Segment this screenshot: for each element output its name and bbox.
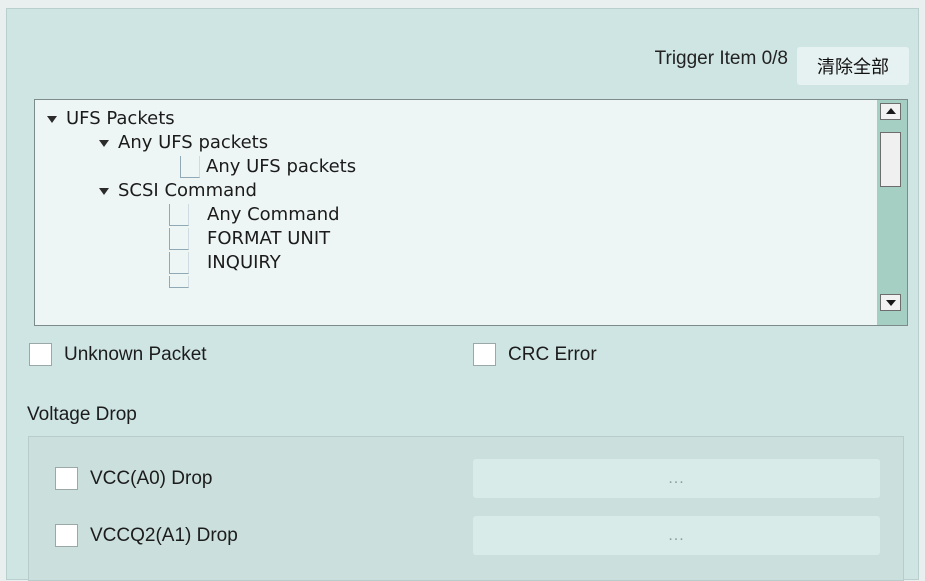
arrow-up-icon xyxy=(886,108,896,114)
tree-item-label: Any Command xyxy=(207,204,340,225)
tree-item-label: INQUIRY xyxy=(207,252,281,273)
expand-caret-icon[interactable] xyxy=(99,140,109,147)
tree-item-checkbox[interactable] xyxy=(169,204,189,226)
scroll-down-button[interactable] xyxy=(880,294,901,311)
trigger-item-counter: Trigger Item 0/8 xyxy=(654,48,788,69)
vccq2-a1-settings-button[interactable]: ... xyxy=(473,516,880,555)
unknown-packet-option[interactable]: Unknown Packet xyxy=(29,343,207,366)
vcc-a0-drop-label: VCC(A0) Drop xyxy=(90,467,213,489)
vcc-a0-drop-checkbox[interactable] xyxy=(55,467,78,490)
tree-item-checkbox[interactable] xyxy=(180,156,200,178)
vccq2-a1-drop-checkbox[interactable] xyxy=(55,524,78,547)
trigger-panel: Trigger Item 0/8 清除全部 UFS Packets Any UF… xyxy=(6,8,919,581)
tree-scrollbar[interactable] xyxy=(877,100,907,325)
tree-item-label: Any UFS packets xyxy=(206,156,357,177)
unknown-packet-label: Unknown Packet xyxy=(64,343,207,365)
crc-error-option[interactable]: CRC Error xyxy=(473,343,597,366)
vcc-a0-drop-option[interactable]: VCC(A0) Drop xyxy=(55,467,212,490)
crc-error-checkbox[interactable] xyxy=(473,343,496,366)
tree-item-label: FORMAT UNIT xyxy=(207,228,331,249)
tree-item-checkbox[interactable] xyxy=(169,252,189,274)
expand-caret-icon[interactable] xyxy=(99,188,109,195)
unknown-packet-checkbox[interactable] xyxy=(29,343,52,366)
tree-node-label: UFS Packets xyxy=(66,108,175,129)
vccq2-a1-drop-option[interactable]: VCCQ2(A1) Drop xyxy=(55,524,238,547)
packet-tree: UFS Packets Any UFS packets Any UFS pack… xyxy=(34,99,908,326)
scroll-up-button[interactable] xyxy=(880,103,901,120)
tree-item-checkbox[interactable] xyxy=(169,228,189,250)
tree-node-label: Any UFS packets xyxy=(118,132,269,153)
vccq2-a1-drop-label: VCCQ2(A1) Drop xyxy=(90,524,238,546)
scroll-thumb[interactable] xyxy=(880,132,901,187)
voltage-drop-group: VCC(A0) Drop ... VCCQ2(A1) Drop ... xyxy=(28,436,904,581)
vcc-a0-settings-button[interactable]: ... xyxy=(473,459,880,498)
tree-node-label: SCSI Command xyxy=(118,180,257,201)
crc-error-label: CRC Error xyxy=(508,343,597,365)
clear-all-button[interactable]: 清除全部 xyxy=(797,47,909,85)
expand-caret-icon[interactable] xyxy=(47,116,57,123)
tree-item-checkbox[interactable] xyxy=(169,276,189,288)
voltage-drop-heading: Voltage Drop xyxy=(27,404,137,425)
arrow-down-icon xyxy=(886,300,896,306)
